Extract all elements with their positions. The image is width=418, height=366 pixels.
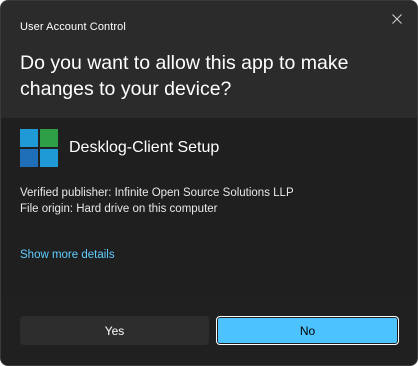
no-button[interactable]: No [216,316,399,345]
uac-dialog: User Account Control Do you want to allo… [0,0,418,366]
app-name: Desklog-Client Setup [69,139,220,156]
desklog-app-icon [20,129,58,167]
verified-publisher: Verified publisher: Infinite Open Source… [20,187,294,199]
dialog-footer: Yes No [1,295,417,365]
file-origin: File origin: Hard drive on this computer [20,203,218,215]
close-button[interactable] [385,7,409,31]
dialog-question: Do you want to allow this app to make ch… [20,52,349,100]
dialog-caption: User Account Control [20,21,126,33]
show-more-details-link[interactable]: Show more details [20,249,115,261]
dialog-header: User Account Control Do you want to allo… [1,1,417,118]
yes-button[interactable]: Yes [20,316,209,345]
app-details: Verified publisher: Infinite Open Source… [20,185,294,217]
close-icon [392,14,402,24]
app-row: Desklog-Client Setup [20,129,219,167]
